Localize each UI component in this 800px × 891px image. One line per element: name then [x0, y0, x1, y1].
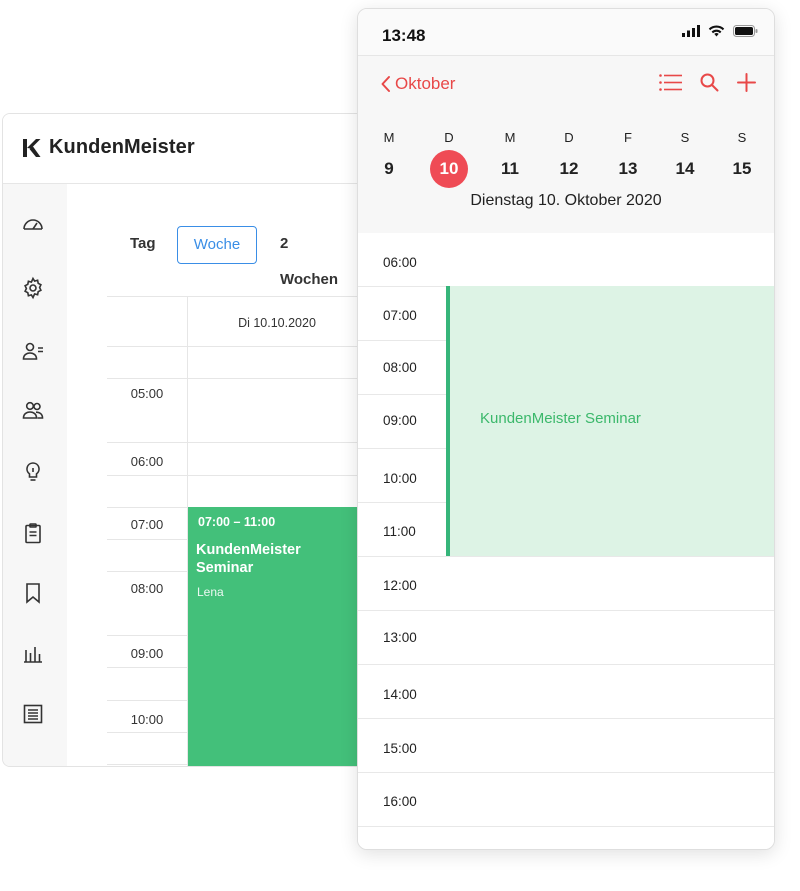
plus-icon[interactable]	[737, 73, 756, 92]
status-time: 13:48	[382, 26, 426, 45]
hour-label: 10:00	[383, 471, 417, 486]
list-icon[interactable]	[659, 74, 682, 91]
grid-line	[107, 475, 367, 476]
battery-icon	[733, 25, 758, 37]
bookmark-icon[interactable]	[21, 581, 45, 605]
hour-line	[358, 610, 774, 611]
hour-line	[358, 448, 447, 449]
selected-date-title: Dienstag 10. Oktober 2020	[470, 192, 662, 209]
grid-line	[107, 346, 367, 347]
chevron-left-icon	[381, 76, 390, 92]
tab-2-wochen[interactable]: 2 Wochen	[280, 226, 338, 288]
event-title: KundenMeister Seminar	[196, 542, 301, 576]
search-icon[interactable]	[700, 73, 719, 92]
date-cell[interactable]: 11	[491, 150, 529, 188]
time-label: 06:00	[130, 454, 164, 469]
calendar-navbar: Oktober M D M D F S S 9 10 11 12 13 14 1…	[358, 55, 774, 235]
calendar-event[interactable]: KundenMeister Seminar	[446, 286, 774, 556]
status-bar: 13:48	[358, 9, 774, 55]
hour-line	[358, 826, 774, 827]
wifi-icon	[708, 25, 725, 37]
phone-screen: 13:48 Oktober M D M D F S S 9 10 11 12 1…	[357, 8, 775, 850]
brand-logo[interactable]: KundenMeister	[21, 136, 195, 159]
date-cell[interactable]: 13	[609, 150, 647, 188]
status-icons	[682, 25, 758, 37]
day-header: Di 10.10.2020	[238, 316, 316, 330]
users-icon[interactable]	[21, 398, 45, 422]
date-cell[interactable]: 12	[550, 150, 588, 188]
hour-label: 07:00	[383, 308, 417, 323]
hour-label: 11:00	[383, 524, 416, 539]
weekday-label: S	[680, 130, 690, 145]
calendar-event[interactable]: 07:00 – 11:00 KundenMeister Seminar Lena	[188, 507, 360, 766]
event-title: KundenMeister Seminar	[480, 410, 641, 427]
time-label: 05:00	[130, 386, 164, 401]
weekday-label: M	[383, 130, 395, 145]
gear-icon[interactable]	[21, 276, 45, 300]
lightbulb-icon[interactable]	[21, 460, 45, 484]
event-person: Lena	[197, 585, 224, 599]
hour-label: 09:00	[383, 413, 417, 428]
report-icon[interactable]	[21, 702, 45, 726]
back-button[interactable]: Oktober	[380, 74, 455, 94]
hour-label: 06:00	[383, 255, 417, 270]
hour-label: 12:00	[383, 578, 417, 593]
date-cell[interactable]: 9	[370, 150, 408, 188]
date-cell[interactable]: 15	[723, 150, 761, 188]
weekday-label: S	[737, 130, 747, 145]
nav-actions	[659, 73, 756, 92]
hour-line	[358, 556, 774, 557]
weekday-label: F	[624, 130, 632, 145]
back-label: Oktober	[395, 74, 456, 93]
signal-icon	[682, 25, 700, 37]
hour-line	[358, 772, 774, 773]
hour-line	[358, 340, 447, 341]
weekday-label: M	[504, 130, 516, 145]
hour-label: 14:00	[383, 687, 417, 702]
grid-line	[107, 378, 367, 379]
grid-line	[107, 296, 367, 297]
hour-line	[358, 718, 774, 719]
time-label: 10:00	[130, 712, 164, 727]
time-label: 09:00	[130, 646, 164, 661]
date-cell[interactable]: 14	[666, 150, 704, 188]
clipboard-icon[interactable]	[21, 521, 45, 545]
tab-woche[interactable]: Woche	[177, 226, 257, 264]
brand-name: KundenMeister	[49, 136, 195, 158]
hour-label: 16:00	[383, 794, 417, 809]
date-cell-selected[interactable]: 10	[430, 150, 468, 188]
hour-line	[358, 664, 774, 665]
hour-label: 15:00	[383, 741, 417, 756]
weekday-label: D	[564, 130, 574, 145]
hour-line	[358, 502, 447, 503]
hour-line	[358, 394, 447, 395]
hour-label: 08:00	[383, 360, 417, 375]
dashboard-icon[interactable]	[21, 212, 45, 236]
weekday-label: D	[444, 130, 454, 145]
hour-label: 13:00	[383, 630, 417, 645]
time-label: 07:00	[130, 517, 164, 532]
sidebar	[3, 184, 67, 766]
user-list-icon[interactable]	[21, 339, 45, 363]
time-label: 08:00	[130, 581, 164, 596]
tab-tag[interactable]: Tag	[130, 226, 156, 262]
event-time: 07:00 – 11:00	[198, 515, 276, 529]
bar-chart-icon[interactable]	[21, 641, 45, 665]
kundenmeister-logo-icon	[23, 138, 41, 157]
grid-line	[107, 442, 367, 443]
